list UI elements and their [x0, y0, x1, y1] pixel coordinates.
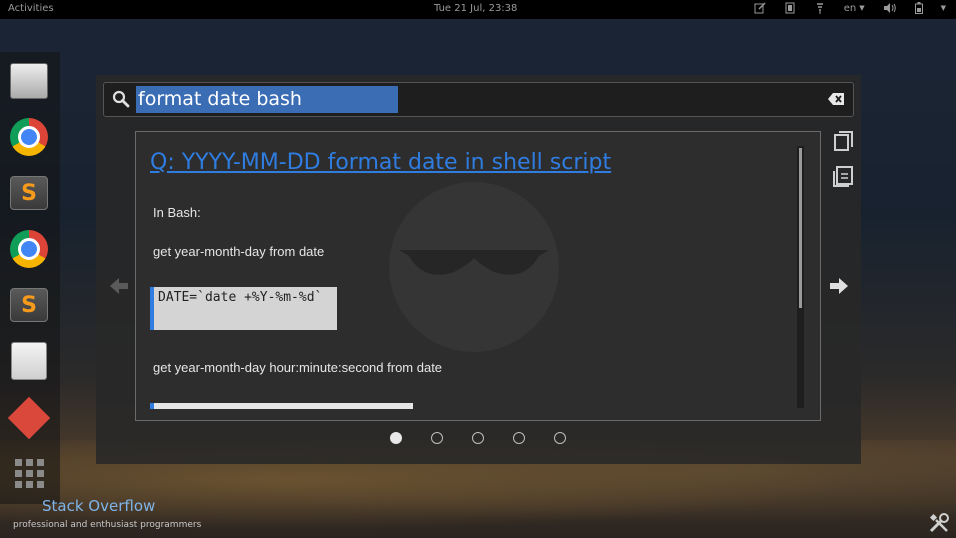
- result-title-link[interactable]: Q: YYYY-MM-DD format date in shell scrip…: [150, 150, 611, 175]
- chrome-icon: [10, 230, 48, 268]
- sublime-text-icon: S: [10, 176, 48, 210]
- search-bar[interactable]: [103, 82, 854, 117]
- app-grid-icon: [14, 458, 44, 488]
- previous-arrow-icon[interactable]: [108, 275, 130, 297]
- scrollbar-thumb[interactable]: [799, 148, 802, 308]
- edit-icon[interactable]: [754, 2, 766, 14]
- dock-item-chrome-2[interactable]: [8, 228, 50, 270]
- language-selector[interactable]: en ▼: [844, 3, 865, 14]
- dash: S S: [0, 52, 60, 504]
- pager-dot-2[interactable]: [431, 432, 443, 444]
- search-icon: [112, 90, 130, 108]
- system-menu-chevron-icon[interactable]: ▼: [941, 4, 946, 12]
- drive-icon: [10, 63, 48, 99]
- show-applications-button[interactable]: [8, 452, 50, 494]
- dock-item-chrome[interactable]: [8, 116, 50, 158]
- answer-step-2: get year-month-day hour:minute:second fr…: [153, 360, 443, 375]
- code-block-partial: [150, 403, 413, 409]
- answer-step-1: get year-month-day from date: [153, 244, 325, 259]
- pager-dot-1[interactable]: [390, 432, 402, 444]
- open-in-browser-icon[interactable]: [833, 165, 855, 187]
- top-bar: Activities Tue 21 Jul, 23:38 en ▼ ▼: [0, 0, 956, 19]
- settings-tools-icon[interactable]: [928, 512, 950, 534]
- pager-dot-4[interactable]: [513, 432, 525, 444]
- result-card: Q: YYYY-MM-DD format date in shell scrip…: [135, 131, 821, 421]
- dock-item-drive[interactable]: [8, 60, 50, 102]
- clock[interactable]: Tue 21 Jul, 23:38: [434, 3, 517, 14]
- pager-dot-5[interactable]: [554, 432, 566, 444]
- dock-item-notes[interactable]: [8, 340, 50, 382]
- chrome-icon: [10, 118, 48, 156]
- system-tray: en ▼ ▼: [754, 2, 946, 14]
- stackoverflow-watermark-icon: [389, 182, 559, 352]
- dock-item-sublime[interactable]: S: [8, 172, 50, 214]
- clipboard-icon[interactable]: [784, 2, 796, 14]
- pager-dot-3[interactable]: [472, 432, 484, 444]
- volume-icon[interactable]: [883, 2, 897, 14]
- battery-icon[interactable]: [914, 2, 923, 14]
- result-pager: [390, 432, 566, 444]
- activities-button[interactable]: Activities: [8, 3, 54, 14]
- sublime-text-icon: S: [10, 288, 48, 322]
- clear-icon[interactable]: [828, 92, 845, 106]
- answer-intro: In Bash:: [153, 205, 201, 220]
- chevron-down-icon: ▼: [859, 4, 865, 12]
- dock-item-sublime-2[interactable]: S: [8, 284, 50, 326]
- provider-name: Stack Overflow: [42, 497, 156, 515]
- notes-icon: [11, 342, 47, 380]
- copy-icon[interactable]: [833, 130, 855, 152]
- search-input[interactable]: [136, 86, 398, 113]
- dock-item-git[interactable]: [7, 396, 51, 440]
- provider-tagline: professional and enthusiast programmers: [13, 520, 202, 530]
- network-icon[interactable]: [814, 2, 826, 14]
- language-label: en: [843, 2, 857, 14]
- code-block: DATE=`date +%Y-%m-%d`: [150, 287, 337, 330]
- next-arrow-icon[interactable]: [828, 275, 850, 297]
- git-icon: [7, 396, 51, 440]
